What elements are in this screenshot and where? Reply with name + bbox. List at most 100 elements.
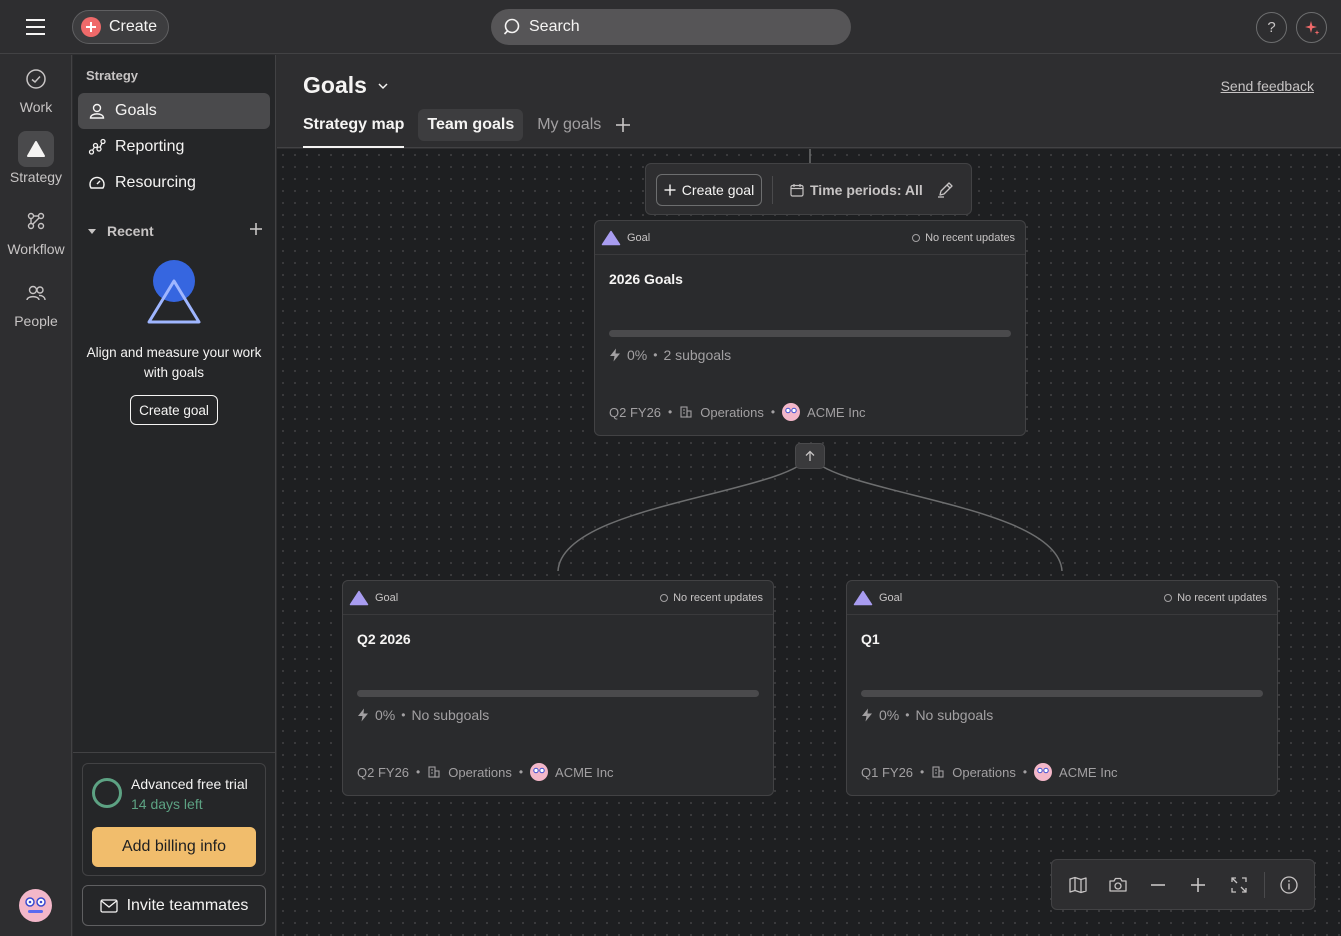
building-icon — [679, 405, 693, 419]
sidebar-item-label: Goals — [115, 102, 157, 119]
lightning-icon — [357, 708, 369, 722]
goal-period: Q2 FY26 — [609, 404, 662, 420]
controls-separator — [1264, 872, 1265, 898]
owner-avatar — [530, 763, 549, 781]
ai-assistant-button[interactable] — [1296, 12, 1327, 43]
goal-status-label: No recent updates — [1177, 591, 1267, 604]
goal-subgoals: 2 subgoals — [663, 347, 732, 363]
recent-label: Recent — [107, 223, 154, 239]
workflow-icon — [18, 203, 54, 239]
invite-teammates-button[interactable]: Invite teammates — [82, 885, 266, 926]
send-feedback-link[interactable]: Send feedback — [1221, 78, 1314, 94]
separator-dot: • — [653, 348, 658, 362]
goal-subgoals: No subgoals — [915, 707, 994, 723]
goal-status-label: No recent updates — [925, 231, 1015, 244]
goal-meta: Q2 FY26 • Operations • ACME Inc — [357, 763, 614, 781]
goal-card-2026-goals[interactable]: Goal No recent updates 2026 Goals 0% • 2… — [594, 220, 1026, 436]
goal-card-q2-2026[interactable]: Goal No recent updates Q2 2026 0% • No s… — [342, 580, 774, 796]
rail-item-work[interactable]: Work — [0, 61, 72, 115]
create-button[interactable]: Create — [72, 10, 169, 44]
goal-status-label: No recent updates — [673, 591, 763, 604]
goal-type-label: Goal — [627, 231, 651, 244]
rail-item-workflow[interactable]: Workflow — [0, 203, 72, 257]
building-icon — [931, 765, 945, 779]
zoom-in-plus-icon[interactable] — [1185, 872, 1211, 898]
search-placeholder: Search — [529, 18, 580, 35]
goal-status: No recent updates — [912, 232, 1015, 244]
toolbar-create-goal-button[interactable]: Create goal — [656, 174, 762, 206]
separator-dot: • — [668, 405, 673, 419]
goal-owner: ACME Inc — [807, 404, 866, 420]
goal-owner: ACME Inc — [555, 764, 614, 780]
zoom-out-minus-icon[interactable] — [1145, 872, 1171, 898]
help-button[interactable]: ? — [1256, 12, 1287, 43]
sidebar-item-reporting[interactable]: Reporting — [78, 129, 270, 165]
separator-dot: • — [770, 405, 776, 419]
sidebar-create-goal-button[interactable]: Create goal — [130, 395, 218, 425]
info-icon[interactable] — [1276, 872, 1302, 898]
add-tab-plus-icon[interactable] — [615, 109, 631, 141]
sidebar-item-resourcing[interactable]: Resourcing — [78, 165, 270, 201]
toolbar-separator — [772, 176, 773, 204]
time-periods-label: Time periods: All — [810, 182, 923, 198]
rail-label: Strategy — [9, 169, 63, 185]
status-circle-icon — [912, 233, 921, 242]
rail-label: Work — [19, 99, 53, 115]
page-title-dropdown[interactable]: Goals — [303, 72, 389, 99]
calendar-icon — [790, 183, 804, 197]
goal-type: Goal — [349, 590, 398, 606]
goal-card-header: Goal No recent updates — [847, 581, 1277, 615]
rail-item-people[interactable]: People — [0, 275, 72, 329]
goal-meta: Q1 FY26 • Operations • ACME Inc — [861, 763, 1118, 781]
lightning-icon — [609, 348, 621, 362]
rail-item-strategy[interactable]: Strategy — [0, 131, 72, 185]
recent-section-header[interactable]: Recent — [87, 221, 263, 241]
add-recent-plus-icon[interactable] — [249, 222, 263, 236]
sidebar-item-label: Resourcing — [115, 174, 196, 191]
separator-dot: • — [416, 765, 421, 779]
user-avatar[interactable] — [19, 889, 52, 922]
add-billing-info-button[interactable]: Add billing info — [92, 827, 256, 867]
edit-pencil-icon[interactable] — [936, 179, 956, 199]
sidebar-item-goals[interactable]: Goals — [78, 93, 270, 129]
trial-days-left: 14 days left — [131, 796, 203, 812]
camera-icon[interactable] — [1105, 872, 1131, 898]
owner-avatar — [782, 403, 801, 421]
sidebar-section-title: Strategy — [86, 68, 139, 83]
fit-to-screen-icon[interactable] — [1226, 872, 1252, 898]
tab-my-goals[interactable]: My goals — [537, 109, 601, 141]
goal-owner: ACME Inc — [1059, 764, 1118, 780]
icon-rail: Work Strategy Workflow People — [0, 55, 72, 936]
goal-status: No recent updates — [660, 592, 763, 604]
time-periods-filter[interactable]: Time periods: All — [790, 180, 923, 200]
goal-card-q1[interactable]: Goal No recent updates Q1 0% • No subgoa… — [846, 580, 1278, 796]
sidebar-item-label: Reporting — [115, 138, 185, 155]
page-header: Goals Send feedback Strategy map Team go… — [277, 55, 1341, 148]
goal-team: Operations — [448, 764, 512, 780]
goal-progress-label: 0% — [375, 707, 396, 723]
people-icon — [18, 275, 54, 311]
plus-icon — [664, 184, 676, 196]
map-view-icon[interactable] — [1065, 872, 1091, 898]
goal-title: Q1 — [861, 631, 880, 647]
goal-status: No recent updates — [1164, 592, 1267, 604]
canvas-toolbar: Create goal Time periods: All — [645, 163, 972, 215]
goal-progress-bar — [861, 690, 1263, 697]
building-icon — [427, 765, 441, 779]
chevron-down-icon — [377, 82, 389, 90]
hamburger-menu-icon[interactable] — [22, 16, 50, 38]
goal-team: Operations — [700, 404, 764, 420]
strategy-map-canvas[interactable]: Create goal Time periods: All Goal No re… — [277, 149, 1341, 936]
tab-team-goals[interactable]: Team goals — [418, 109, 524, 141]
search-input[interactable]: Search — [491, 9, 851, 45]
tab-strategy-map[interactable]: Strategy map — [303, 109, 405, 148]
arrow-up-icon — [804, 450, 816, 462]
gauge-icon — [88, 174, 106, 192]
sparkle-icon — [1303, 19, 1321, 37]
separator-dot: • — [401, 708, 406, 722]
goal-progress-bar — [609, 330, 1011, 337]
envelope-icon — [99, 898, 118, 913]
collapse-arrow-up-button[interactable] — [795, 443, 825, 469]
trial-progress-ring-icon — [92, 778, 122, 808]
goal-progress-label: 0% — [627, 347, 648, 363]
